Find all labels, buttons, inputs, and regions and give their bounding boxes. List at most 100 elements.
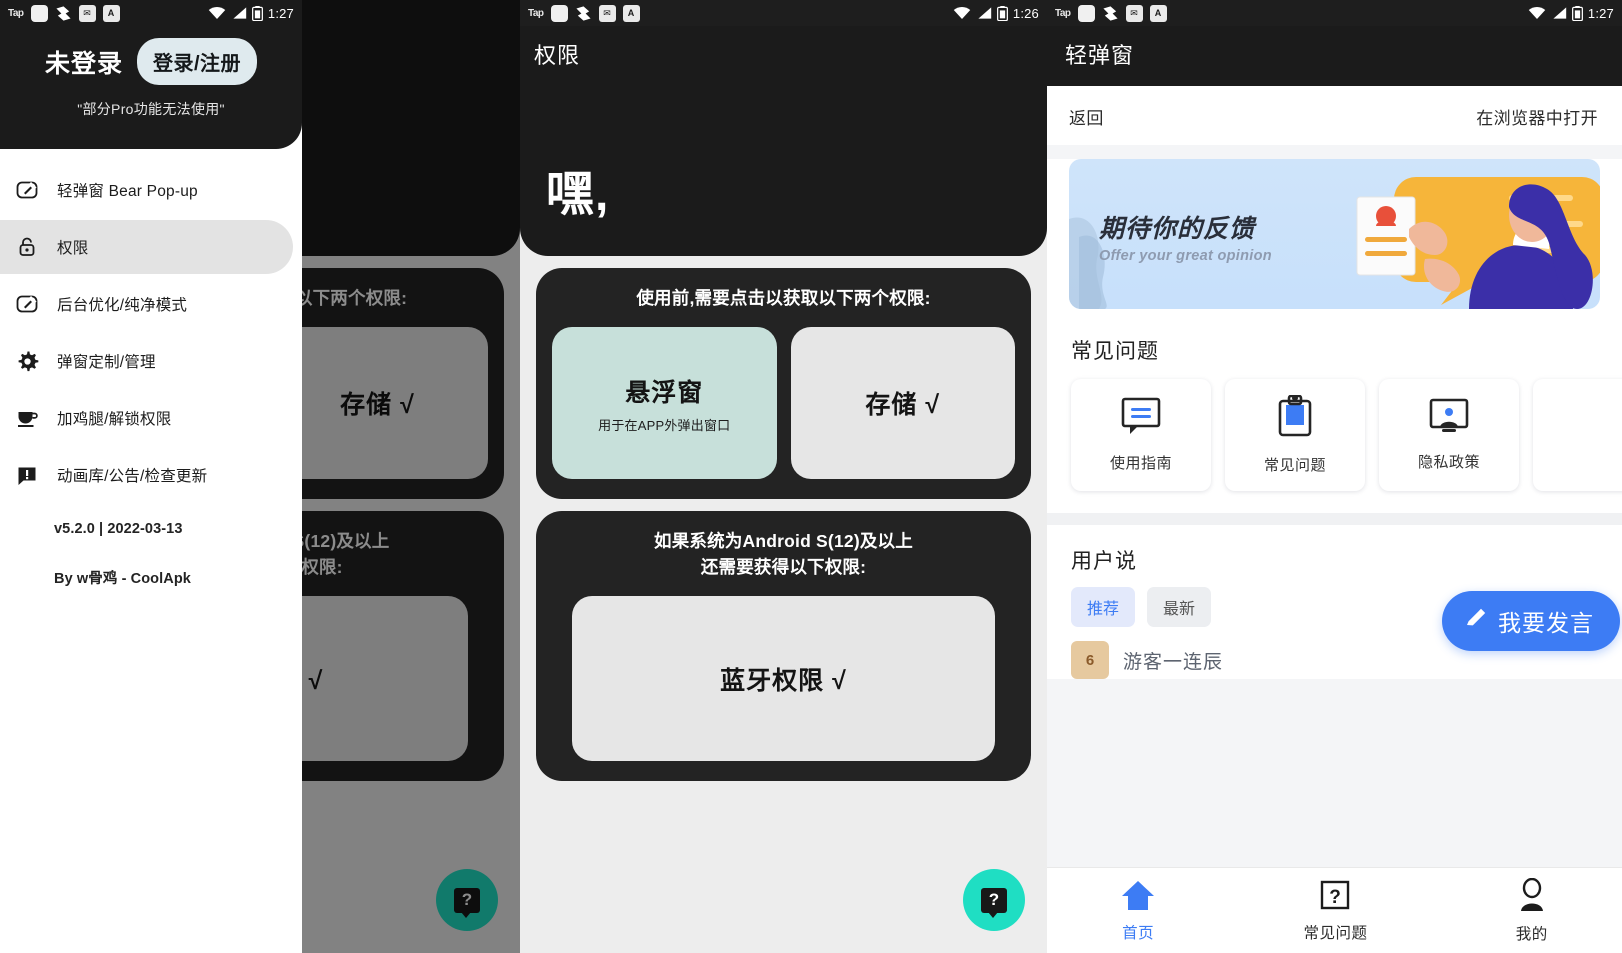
bluetooth-permission-button[interactable]: 蓝牙权限 √ <box>302 596 468 762</box>
floating-window-permission-button[interactable]: 悬浮窗 用于在APP外弹出窗口 <box>552 327 777 480</box>
home-icon <box>1121 879 1155 916</box>
app-a-icon: A <box>1149 4 1167 22</box>
permission-button-label: 蓝牙权限 √ <box>302 666 324 695</box>
clock-left: 1:27 <box>267 5 294 21</box>
tap-label: Tap <box>1055 7 1071 19</box>
notification-square-icon <box>30 4 48 22</box>
status-bar-right-left: 1:27 <box>208 5 294 21</box>
faq-card-faq[interactable]: 常见问题 <box>1225 379 1365 491</box>
faq-card-privacy-policy[interactable]: 隐私政策 <box>1379 379 1519 491</box>
permission-appbar-dimmed: 权限 <box>302 0 520 86</box>
drawer-footer: v5.2.0 | 2022-03-13 By w骨鸡 - CoolApk <box>0 505 302 588</box>
dimmed-permissions-panel: 权限 嘿, 使用前,需要点击以获取以下两个权限: 悬浮窗 用于在APP外弹出窗口… <box>302 0 520 953</box>
banner-text-block: 期待你的反馈 Offer your great opinion <box>1099 209 1272 264</box>
tab-home[interactable]: 首页 <box>1121 879 1155 943</box>
permission-hero-dimmed: 嘿, <box>302 86 520 256</box>
users-section: 用户说 推荐 最新 6 游客一连辰 我要发言 <box>1047 525 1622 679</box>
status-bar-left: Tap ✉ A 1:27 <box>0 0 302 26</box>
permission-button-row: 悬浮窗 用于在APP外弹出窗口 存储 √ <box>552 327 1015 480</box>
faq-card-usage-guide[interactable]: 使用指南 <box>1071 379 1211 491</box>
tap-label: Tap <box>528 7 544 19</box>
mail-icon: ✉ <box>1125 4 1143 22</box>
tap-label: Tap <box>8 7 24 19</box>
app-author-label[interactable]: By w骨鸡 - CoolApk <box>54 567 302 588</box>
bottom-tab-bar: 首页 ? 常见问题 我的 <box>1047 867 1622 953</box>
permission-card-2-title-line2: 还需要获得以下权限: <box>302 556 343 577</box>
permission-appbar-title: 权限 <box>534 43 581 68</box>
chip-recommended[interactable]: 推荐 <box>1071 587 1136 627</box>
feedback-banner[interactable]: 期待你的反馈 Offer your great opinion <box>1069 159 1600 309</box>
notification-square-icon <box>550 4 568 22</box>
permission-card-1-title: 使用前,需要点击以获取以下两个权限: <box>636 288 931 308</box>
faq-card-partial[interactable] <box>1533 379 1622 491</box>
chip-latest[interactable]: 最新 <box>1147 587 1212 627</box>
clock-middle: 1:26 <box>1012 5 1039 21</box>
sidebar-item-animation-library[interactable]: 动画库/公告/检查更新 <box>0 448 293 502</box>
signal-icon <box>1551 6 1567 20</box>
clock-right: 1:27 <box>1587 5 1614 21</box>
banner-subtitle: Offer your great opinion <box>1099 248 1272 264</box>
sidebar-item-permissions[interactable]: 权限 <box>0 220 293 274</box>
pop-up-window-icon <box>14 291 40 317</box>
section-divider <box>1047 513 1622 525</box>
mail-icon: ✉ <box>78 4 96 22</box>
gear-icon <box>14 348 40 374</box>
avatar: 6 <box>1071 641 1109 679</box>
storage-permission-button[interactable]: 存储 √ <box>302 327 488 480</box>
tab-label: 常见问题 <box>1303 924 1368 942</box>
permission-button-sublabel: 用于在APP外弹出窗口 <box>598 417 731 433</box>
permission-card-1: 使用前,需要点击以获取以下两个权限: 悬浮窗 用于在APP外弹出窗口 存储 √ <box>536 268 1031 500</box>
tab-label: 我的 <box>1515 925 1548 943</box>
open-in-browser-link[interactable]: 在浏览器中打开 <box>1476 104 1598 129</box>
permission-screen: Tap ✉ A 1:26 权限 嘿, 使用前,需要点击以获取以下两个权限: 悬浮… <box>520 0 1047 953</box>
sidebar-item-label: 后台优化/纯净模式 <box>57 297 188 314</box>
permission-button-label: 悬浮窗 <box>625 378 704 407</box>
drawer-menu: 轻弹窗 Bear Pop-up 权限 后台优化/纯净模式 弹窗定制/管理 加鸡腿… <box>0 149 302 502</box>
battery-icon <box>1571 5 1583 21</box>
login-register-button[interactable]: 登录/注册 <box>136 38 258 85</box>
status-bar-right-icons: Tap ✉ A <box>1055 4 1167 22</box>
clipboard-icon <box>1276 394 1314 442</box>
bluetooth-permission-button[interactable]: 蓝牙权限 √ <box>572 596 995 762</box>
storage-permission-button[interactable]: 存储 √ <box>790 327 1015 480</box>
back-link[interactable]: 返回 <box>1069 104 1104 129</box>
wifi-icon <box>208 6 226 20</box>
account-row: 未登录 登录/注册 <box>0 38 302 85</box>
permission-card-2-dimmed: 如果系统为Android S(12)及以上 还需要获得以下权限: 蓝牙权限 √ <box>302 511 504 782</box>
faq-card-label: 常见问题 <box>1263 457 1326 474</box>
webview-appbar-title: 轻弹窗 <box>1065 43 1135 68</box>
permissions-panel: Tap ✉ A 1:26 权限 嘿, 使用前,需要点击以获取以下两个权限: 悬浮… <box>520 0 1047 953</box>
status-bar-middle: Tap ✉ A 1:26 <box>520 0 1047 26</box>
pop-up-window-icon <box>14 177 40 203</box>
permission-hero-text: 嘿, <box>546 168 610 221</box>
tab-faq[interactable]: ? 常见问题 <box>1303 879 1367 943</box>
permission-screen-dimmed: 权限 嘿, 使用前,需要点击以获取以下两个权限: 悬浮窗 用于在APP外弹出窗口… <box>302 0 520 953</box>
sidebar-item-background-optimize[interactable]: 后台优化/纯净模式 <box>0 277 293 331</box>
sync-icon <box>1102 5 1119 22</box>
permission-button-label: 存储 √ <box>865 391 941 420</box>
account-note: "部分Pro功能无法使用" <box>77 101 225 117</box>
monitor-user-icon <box>1428 398 1470 439</box>
sidebar-item-bear-popup[interactable]: 轻弹窗 Bear Pop-up <box>0 163 293 217</box>
svg-text:?: ? <box>1330 887 1342 908</box>
sidebar-item-popup-customize[interactable]: 弹窗定制/管理 <box>0 334 293 388</box>
tab-profile[interactable]: 我的 <box>1515 877 1548 944</box>
sync-icon <box>575 5 592 22</box>
sidebar-item-donate-unlock[interactable]: 加鸡腿/解锁权限 <box>0 391 293 445</box>
sync-icon <box>55 5 72 22</box>
permission-card-1-title: 使用前,需要点击以获取以下两个权限: <box>302 288 408 308</box>
sidebar-item-label: 轻弹窗 Bear Pop-up <box>57 183 198 200</box>
chat-guide-icon <box>1121 397 1161 440</box>
help-fab-button-dimmed[interactable]: ? <box>436 869 498 931</box>
webview-content: 期待你的反馈 Offer your great opinion 常见问题 使用指… <box>1047 159 1622 679</box>
status-bar-left-icons: Tap ✉ A <box>8 4 120 22</box>
battery-icon <box>996 5 1008 21</box>
account-status-label: 未登录 <box>44 49 123 78</box>
sidebar-item-label: 加鸡腿/解锁权限 <box>57 411 172 428</box>
help-fab-button[interactable]: ? <box>963 869 1025 931</box>
permission-card-2-title-line1: 如果系统为Android S(12)及以上 <box>654 531 913 552</box>
speak-button[interactable]: 我要发言 <box>1442 591 1620 651</box>
faq-card-label: 使用指南 <box>1109 455 1172 472</box>
sidebar-item-label: 权限 <box>57 240 89 257</box>
permission-card-2: 如果系统为Android S(12)及以上 还需要获得以下权限: 蓝牙权限 √ <box>536 511 1031 782</box>
